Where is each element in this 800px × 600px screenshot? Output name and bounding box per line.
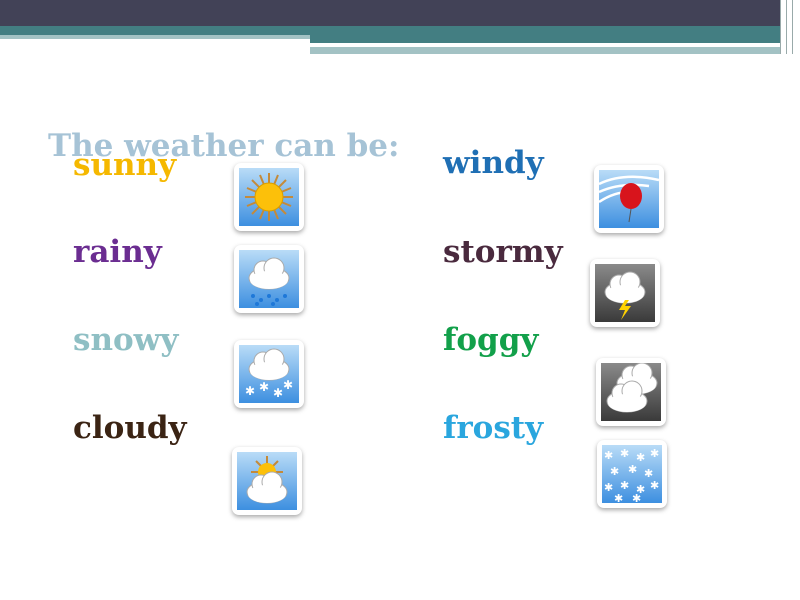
header-stripe [0,35,310,39]
svg-text:✱: ✱ [604,449,613,462]
header-bar-dark [0,0,780,26]
word-snowy: snowy [73,322,179,358]
svg-text:✱: ✱ [259,380,269,394]
word-frosty: frosty [443,410,544,446]
word-stormy: stormy [443,234,563,270]
word-windy: windy [443,145,544,181]
svg-text:✱: ✱ [650,479,659,492]
wind-balloon-icon [594,165,664,233]
header-stripe [310,47,780,54]
word-sunny: sunny [73,147,177,183]
svg-text:✱: ✱ [628,463,637,476]
svg-text:✱: ✱ [650,447,659,460]
thunderstorm-icon [590,259,660,327]
header-stripe [310,35,780,43]
svg-text:✱: ✱ [620,479,629,492]
header-stripe [310,43,485,46]
fog-cloud-icon [596,358,666,426]
svg-text:✱: ✱ [632,492,641,503]
header-divider [792,0,793,54]
frost-snowflakes-icon: ✱ ✱ ✱ ✱ ✱ ✱ ✱ ✱ ✱ ✱ ✱ ✱ ✱ [597,440,667,508]
sun-icon [234,163,304,231]
svg-text:✱: ✱ [245,384,255,398]
svg-text:✱: ✱ [614,492,623,503]
svg-text:✱: ✱ [620,447,629,460]
header-bar-teal [0,26,780,35]
svg-text:✱: ✱ [610,465,619,478]
rain-cloud-icon [234,245,304,313]
header-divider [780,0,781,54]
word-cloudy: cloudy [73,410,187,446]
word-rainy: rainy [73,234,162,270]
svg-text:✱: ✱ [273,386,283,400]
snow-cloud-icon: ✱ ✱ ✱ ✱ [234,340,304,408]
word-foggy: foggy [443,322,539,358]
svg-text:✱: ✱ [283,378,293,392]
svg-text:✱: ✱ [636,451,645,464]
header-divider [786,0,787,54]
svg-text:✱: ✱ [604,481,613,494]
sun-cloud-icon [232,447,302,515]
